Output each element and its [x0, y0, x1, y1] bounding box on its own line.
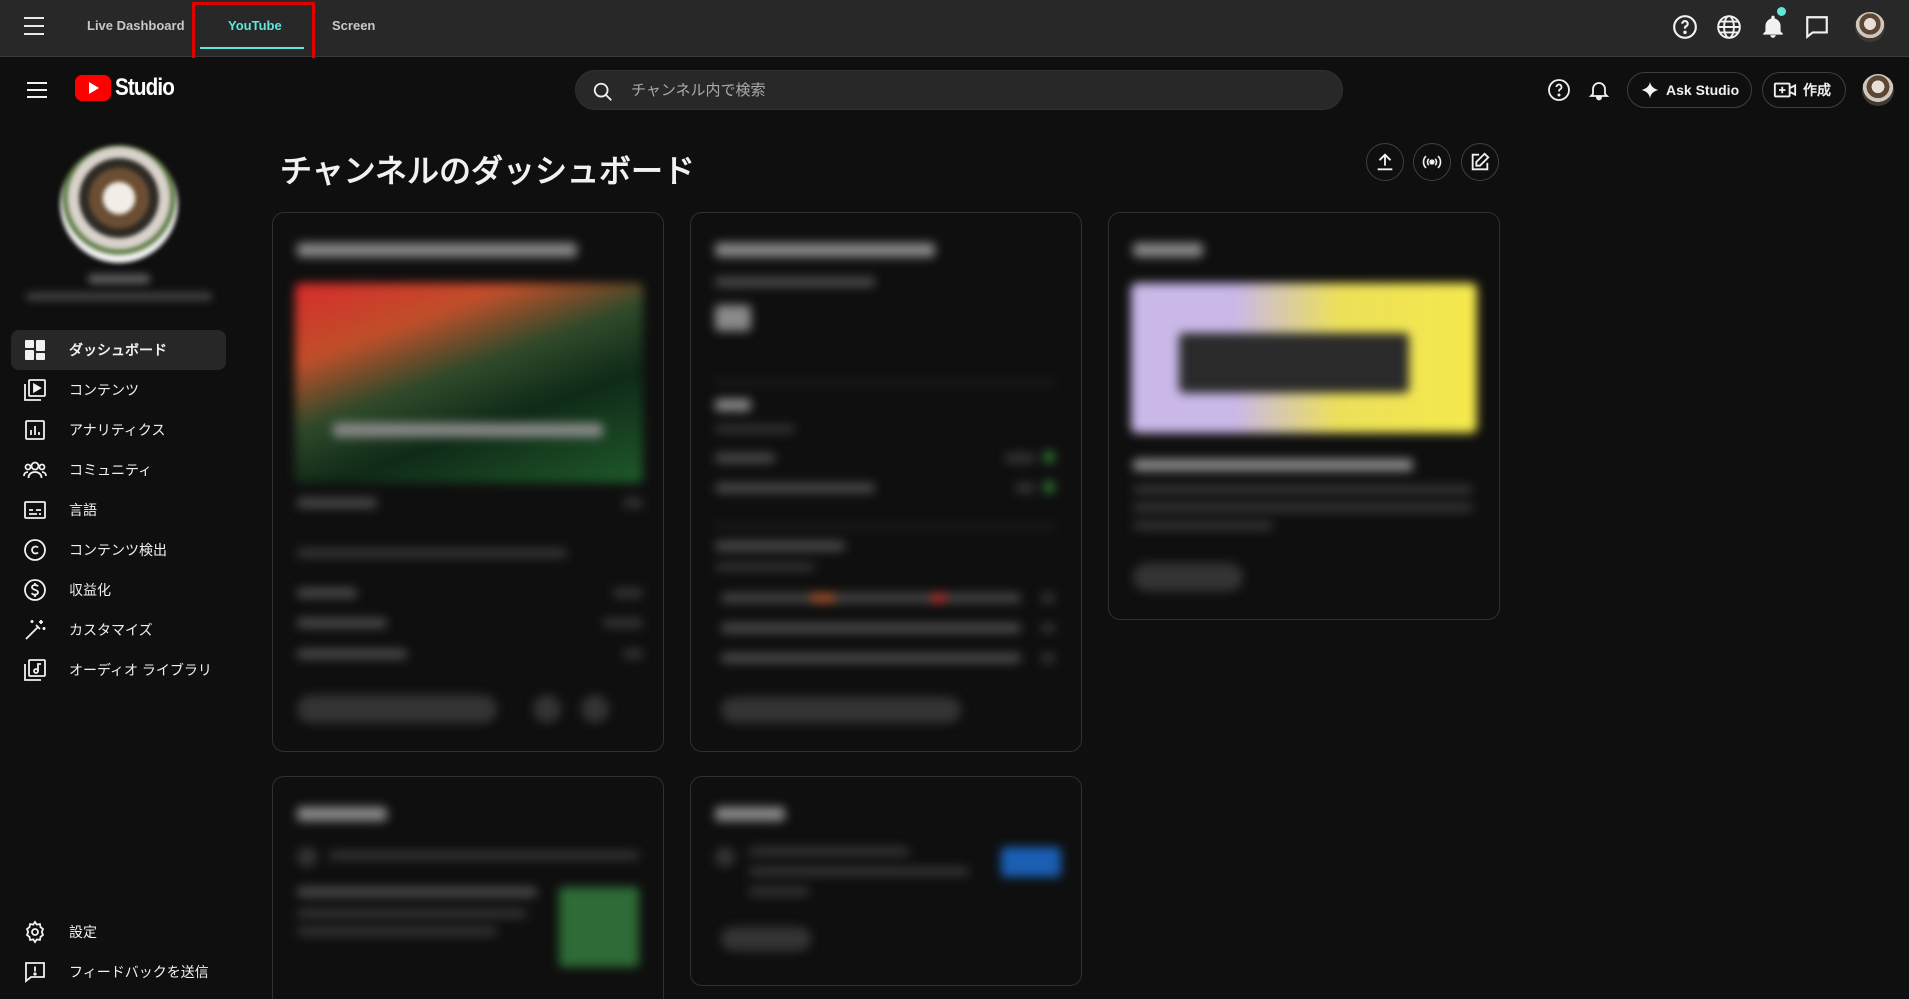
channel-analytics-card: [690, 212, 1082, 752]
help-icon[interactable]: [1547, 78, 1571, 102]
sidebar-item-label: 言語: [69, 502, 97, 518]
sidebar: ダッシュボード コンテンツ アナリティクス コミュニティ 言語 コンテンツ検出 …: [0, 122, 240, 999]
channel-handle-blurred: [26, 292, 212, 301]
sidebar-item-content-detection[interactable]: コンテンツ検出: [11, 530, 226, 570]
youtube-studio-logo[interactable]: Studio: [75, 74, 184, 101]
ask-studio-label: Ask Studio: [1666, 82, 1740, 98]
sidebar-item-label: 設定: [69, 924, 97, 940]
copyright-icon: [24, 539, 46, 561]
app-top-bar: Live Dashboard YouTube Screen: [0, 0, 1909, 61]
dashboard-icon: [25, 340, 45, 360]
create-button[interactable]: 作成: [1762, 72, 1846, 108]
latest-video-card: [272, 212, 664, 752]
blurred-content: [691, 213, 1081, 751]
sidebar-item-label: アナリティクス: [69, 422, 166, 438]
edit-post-icon: [1471, 152, 1490, 171]
studio-menu-icon[interactable]: [27, 82, 47, 103]
gear-icon: [25, 920, 45, 944]
comments-card: [272, 776, 664, 999]
youtube-logo-icon: [75, 75, 111, 101]
sidebar-item-label: フィードバックを送信: [69, 964, 209, 980]
blurred-content: [1109, 213, 1499, 619]
sidebar-item-content[interactable]: コンテンツ: [11, 370, 226, 410]
news-card: [1108, 212, 1500, 620]
sidebar-item-label: コンテンツ: [69, 382, 139, 398]
globe-icon[interactable]: [1716, 14, 1742, 40]
creator-card: [690, 776, 1082, 986]
sidebar-item-audio-library[interactable]: オーディオ ライブラリ: [11, 650, 226, 690]
ask-studio-button[interactable]: Ask Studio: [1627, 72, 1752, 108]
sidebar-item-label: オーディオ ライブラリ: [69, 662, 212, 678]
go-live-button[interactable]: [1413, 143, 1451, 181]
bell-icon[interactable]: [1760, 14, 1786, 40]
channel-search[interactable]: [575, 70, 1343, 110]
content-icon: [24, 379, 46, 401]
sidebar-item-settings[interactable]: 設定: [11, 912, 226, 952]
sidebar-item-feedback[interactable]: フィードバックを送信: [11, 952, 226, 992]
video-add-icon: [1773, 82, 1797, 98]
blurred-content: [273, 213, 663, 751]
community-icon: [23, 461, 47, 479]
help-circle-icon[interactable]: [1672, 14, 1698, 40]
highlight-box: [192, 2, 315, 61]
sidebar-item-monetization[interactable]: 収益化: [11, 570, 226, 610]
chat-icon[interactable]: [1804, 14, 1830, 40]
sidebar-item-label: ダッシュボード: [69, 342, 167, 358]
magic-wand-icon: [25, 620, 46, 640]
sparkle-icon: [1641, 81, 1659, 99]
account-avatar[interactable]: [1862, 74, 1894, 106]
tab-screen[interactable]: Screen: [332, 18, 375, 33]
notification-dot: [1777, 7, 1786, 16]
logo-text: Studio: [115, 74, 175, 101]
sidebar-item-dashboard[interactable]: ダッシュボード: [11, 330, 226, 370]
page-title: チャンネルのダッシュボード: [280, 153, 696, 189]
subtitles-icon: [24, 501, 46, 519]
sidebar-item-label: コミュニティ: [69, 462, 153, 478]
dollar-icon: [24, 579, 46, 601]
channel-avatar[interactable]: [60, 145, 178, 263]
app-menu-icon[interactable]: [24, 17, 50, 39]
sidebar-item-language[interactable]: 言語: [11, 490, 226, 530]
sidebar-item-community[interactable]: コミュニティ: [11, 450, 226, 490]
tab-live-dashboard[interactable]: Live Dashboard: [87, 18, 185, 33]
upload-button[interactable]: [1366, 143, 1404, 181]
sidebar-item-label: コンテンツ検出: [69, 542, 167, 558]
search-icon[interactable]: [592, 81, 614, 103]
sidebar-item-label: カスタマイズ: [69, 622, 153, 638]
avatar[interactable]: [1855, 12, 1885, 42]
sidebar-bottom-nav: 設定 フィードバックを送信: [11, 912, 226, 992]
upload-icon: [1377, 153, 1393, 171]
analytics-icon: [25, 420, 45, 440]
search-input[interactable]: [631, 71, 1321, 109]
create-post-button[interactable]: [1461, 143, 1499, 181]
studio-header: Studio Ask Studio 作成: [0, 58, 1909, 122]
sidebar-nav: ダッシュボード コンテンツ アナリティクス コミュニティ 言語 コンテンツ検出 …: [11, 330, 226, 690]
sidebar-item-customize[interactable]: カスタマイズ: [11, 610, 226, 650]
create-label: 作成: [1803, 82, 1831, 98]
blurred-content: [691, 777, 1081, 985]
audio-library-icon: [24, 659, 46, 681]
blurred-content: [273, 777, 663, 999]
notifications-icon[interactable]: [1587, 78, 1611, 102]
live-icon: [1422, 155, 1442, 169]
sidebar-item-label: 収益化: [69, 582, 111, 598]
sidebar-item-analytics[interactable]: アナリティクス: [11, 410, 226, 450]
feedback-icon: [25, 962, 45, 983]
channel-name-blurred: [88, 274, 150, 284]
